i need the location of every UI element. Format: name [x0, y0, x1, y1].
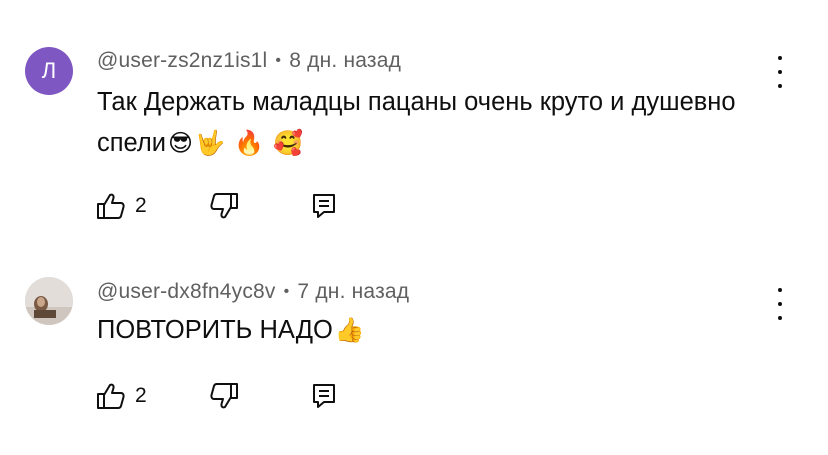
- comment-text: ПОВТОРИТЬ НАДО👍: [97, 310, 737, 351]
- reply-button[interactable]: [312, 381, 336, 411]
- more-vert-icon[interactable]: [770, 56, 790, 88]
- thumb-up-icon: [97, 383, 125, 409]
- dislike-button[interactable]: [209, 191, 239, 221]
- emoji: 🥰: [273, 130, 303, 157]
- comment-meta: @user-dx8fn4yc8v • 7 дн. назад: [97, 280, 409, 304]
- like-button[interactable]: 2: [96, 191, 147, 221]
- avatar-photo: [25, 277, 73, 325]
- like-count: 2: [135, 194, 147, 217]
- avatar[interactable]: Л: [25, 47, 73, 95]
- reply-button[interactable]: [312, 191, 336, 221]
- comment-text: Так Держать маладцы пацаны очень круто и…: [97, 82, 737, 164]
- comment: @user-dx8fn4yc8v • 7 дн. назад ПОВТОРИТЬ Н…: [0, 232, 828, 432]
- meta-separator: •: [283, 283, 290, 300]
- reply-icon: [313, 384, 335, 408]
- like-button[interactable]: 2: [96, 381, 147, 411]
- emoji: 😎: [168, 130, 194, 157]
- thumb-up-icon: [97, 193, 125, 219]
- reply-icon: [313, 194, 335, 218]
- dislike-button[interactable]: [209, 381, 239, 411]
- avatar-letter: Л: [41, 58, 57, 83]
- emoji: 🤟: [195, 130, 225, 157]
- comment-author[interactable]: @user-dx8fn4yc8v: [97, 280, 276, 303]
- comment-author[interactable]: @user-zs2nz1is1l: [97, 49, 267, 72]
- thumb-down-icon: [210, 193, 238, 219]
- emoji: 🔥: [234, 130, 264, 157]
- comment-time[interactable]: 7 дн. назад: [297, 280, 409, 303]
- like-count: 2: [135, 384, 147, 407]
- meta-separator: •: [275, 52, 282, 69]
- thumb-down-icon: [210, 383, 238, 409]
- comment-meta: @user-zs2nz1is1l • 8 дн. назад: [97, 49, 401, 73]
- comment-time[interactable]: 8 дн. назад: [289, 49, 401, 72]
- comment-body: ПОВТОРИТЬ НАДО: [97, 316, 333, 344]
- more-vert-icon[interactable]: [770, 288, 790, 320]
- comment: Л @user-zs2nz1is1l • 8 дн. назад Так Держа…: [0, 0, 828, 219]
- emoji: 👍: [334, 317, 365, 344]
- avatar[interactable]: [25, 277, 73, 325]
